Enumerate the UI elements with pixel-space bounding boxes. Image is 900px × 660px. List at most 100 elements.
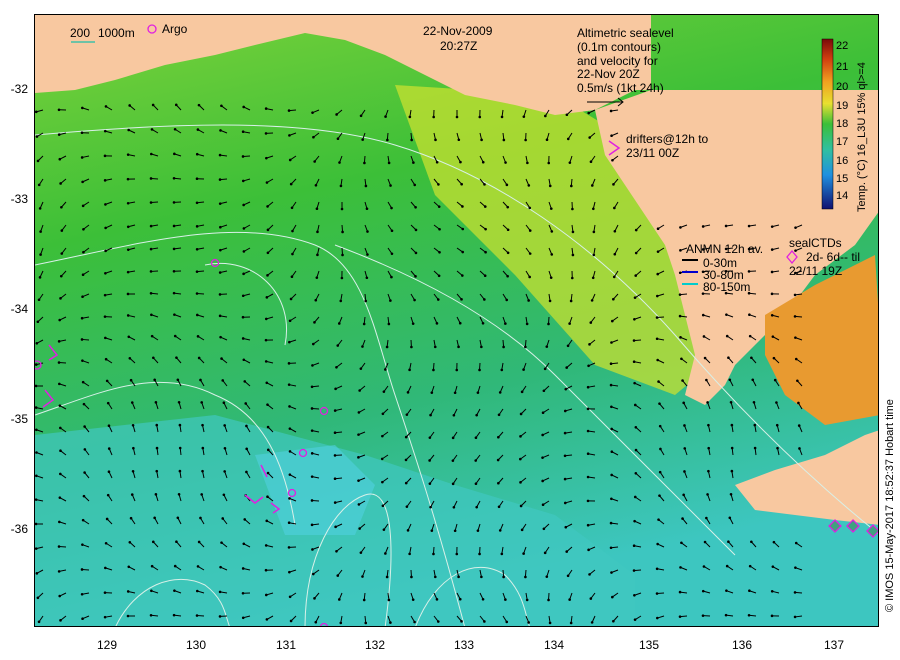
- y-tick-label: -36: [10, 522, 28, 536]
- velocity-arrow-head: [126, 614, 130, 618]
- velocity-arrow-head: [357, 411, 361, 414]
- velocity-arrow-head: [241, 337, 245, 340]
- velocity-arrow-head: [126, 225, 130, 229]
- velocity-arrow-head: [333, 454, 337, 457]
- velocity-arrow-head: [432, 368, 435, 372]
- velocity-arrow-head: [752, 400, 756, 404]
- velocity-arrow-head: [83, 425, 86, 428]
- velocity-arrow-head: [195, 313, 199, 317]
- velocity-arrow-head: [80, 316, 84, 320]
- velocity-arrow-head: [678, 314, 682, 318]
- velocity-arrow-head: [365, 276, 369, 280]
- velocity-arrow-head: [150, 334, 154, 338]
- velocity-arrow-head: [633, 495, 637, 499]
- velocity-arrow-head: [455, 552, 459, 556]
- velocity-arrow-head: [195, 589, 199, 593]
- velocity-arrow-head: [82, 227, 85, 231]
- sst-map-graphic: [35, 15, 878, 626]
- velocity-arrow-head: [173, 564, 177, 568]
- velocity-arrow-head: [794, 226, 797, 229]
- velocity-arrow-head: [506, 205, 510, 209]
- velocity-arrow-head: [58, 496, 62, 499]
- velocity-arrow-head: [310, 452, 314, 455]
- velocity-arrow-head: [241, 315, 245, 319]
- velocity-arrow-head: [195, 614, 199, 617]
- velocity-arrow-head: [195, 201, 199, 205]
- velocity-arrow-head: [386, 138, 389, 142]
- velocity-arrow-head: [177, 492, 181, 496]
- velocity-arrow-head: [81, 359, 84, 362]
- velocity-arrow-head: [497, 505, 501, 509]
- velocity-arrow-head: [361, 345, 364, 348]
- velocity-arrow-head: [458, 321, 462, 325]
- velocity-arrow-head: [632, 360, 636, 364]
- velocity-arrow-head: [357, 456, 360, 459]
- velocity-arrow-head: [104, 226, 107, 230]
- velocity-arrow-head: [266, 274, 269, 277]
- velocity-arrow-head: [568, 322, 571, 325]
- velocity-arrow-head: [794, 336, 797, 339]
- velocity-arrow-head: [218, 590, 222, 594]
- velocity-arrow-head: [589, 597, 593, 600]
- velocity-arrow-head: [60, 205, 63, 209]
- colorbar-tick: 19: [836, 100, 849, 112]
- velocity-arrow-head: [197, 356, 201, 360]
- velocity-arrow-head: [219, 565, 222, 569]
- velocity-arrow-head: [451, 459, 455, 462]
- velocity-arrow-head: [438, 227, 441, 231]
- velocity-arrow-head: [340, 276, 344, 280]
- velocity-arrow-head: [310, 475, 314, 478]
- velocity-arrow-head: [83, 448, 87, 451]
- velocity-arrow-head: [364, 299, 368, 303]
- velocity-arrow-head: [150, 313, 153, 317]
- velocity-arrow-head: [81, 617, 84, 621]
- velocity-arrow-head: [105, 379, 109, 383]
- velocity-arrow-head: [103, 591, 107, 594]
- velocity-arrow-head: [104, 105, 108, 108]
- velocity-arrow-head: [474, 436, 478, 440]
- velocity-arrow-head: [428, 459, 431, 462]
- velocity-arrow-head: [633, 381, 636, 385]
- x-tick-label: 137: [823, 638, 845, 652]
- velocity-arrow-head: [434, 138, 437, 142]
- velocity-arrow-head: [525, 322, 529, 326]
- x-tick-label: 136: [731, 638, 753, 652]
- velocity-arrow-head: [565, 550, 569, 553]
- velocity-arrow-head: [149, 247, 153, 251]
- velocity-arrow-head: [658, 402, 661, 405]
- velocity-arrow-head: [175, 356, 178, 359]
- velocity-arrow-head: [103, 129, 107, 133]
- velocity-arrow-head: [316, 253, 319, 257]
- velocity-arrow-head: [173, 152, 176, 156]
- velocity-arrow-head: [566, 574, 570, 578]
- velocity-arrow-head: [105, 517, 109, 521]
- velocity-arrow-head: [411, 598, 415, 601]
- velocity-arrow-head: [35, 135, 39, 138]
- velocity-arrow-head: [341, 230, 344, 234]
- velocity-arrow-head: [480, 575, 483, 579]
- velocity-arrow-head: [591, 276, 595, 280]
- velocity-arrow-head: [334, 387, 337, 391]
- velocity-arrow-head: [428, 436, 432, 439]
- velocity-arrow-head: [476, 529, 480, 532]
- velocity-arrow-head: [222, 401, 226, 405]
- velocity-arrow-head: [362, 322, 366, 326]
- velocity-arrow-head: [773, 378, 777, 382]
- velocity-arrow-head: [563, 409, 567, 413]
- velocity-arrow-head: [241, 591, 245, 595]
- velocity-arrow-head: [565, 366, 568, 369]
- velocity-arrow-head: [59, 274, 63, 278]
- velocity-arrow-head: [527, 184, 531, 187]
- velocity-arrow-head: [519, 435, 522, 438]
- velocity-arrow-head: [747, 224, 751, 228]
- velocity-arrow-head: [288, 427, 292, 430]
- velocity-arrow-head: [104, 203, 107, 206]
- velocity-arrow-head: [126, 270, 130, 274]
- velocity-arrow-head: [609, 109, 613, 113]
- velocity-arrow-head: [775, 423, 779, 427]
- velocity-arrow-head: [678, 590, 682, 594]
- velocity-arrow-head: [389, 621, 392, 624]
- velocity-arrow-head: [60, 252, 64, 255]
- x-tick-label: 132: [364, 638, 386, 652]
- velocity-arrow-head: [497, 481, 500, 485]
